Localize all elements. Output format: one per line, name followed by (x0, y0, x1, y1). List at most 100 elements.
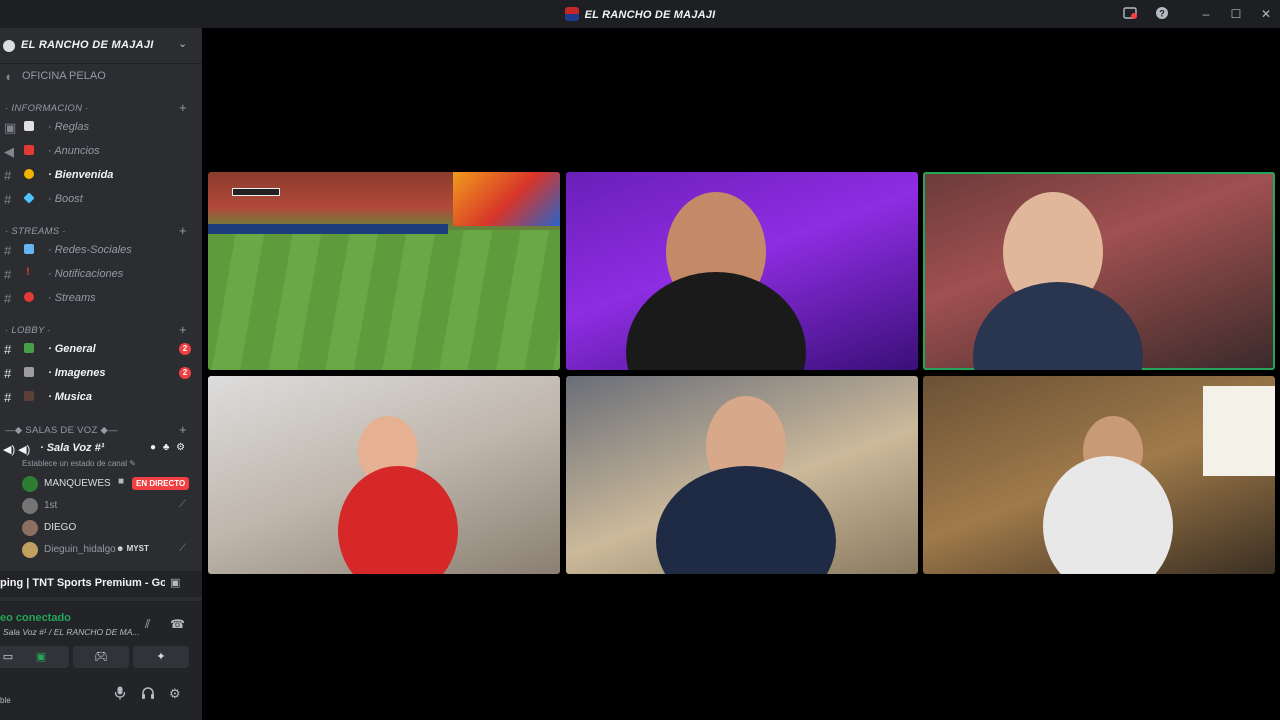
video-tile-participant-3[interactable] (923, 172, 1275, 370)
channel-label: OFICINA PELAO (22, 70, 106, 82)
channel-streams[interactable]: # · Streams (0, 288, 202, 310)
voice-channel-actions[interactable]: ● ♣ ⚙ (150, 442, 187, 453)
stage-icon: ◖ (4, 69, 12, 84)
video-tile-participant-5[interactable] (566, 376, 918, 574)
scoreboard (232, 188, 280, 196)
user-panel: ble ⚙ (0, 678, 202, 720)
add-channel-icon[interactable]: + (179, 223, 187, 238)
category-salas-de-voz[interactable]: —◆ SALAS DE VOZ ◆— + (0, 422, 202, 440)
hash-icon: # (4, 192, 12, 207)
channel-status-input[interactable]: Establece un estado de canal ✎ (22, 459, 136, 468)
user-status: ble (0, 696, 11, 705)
channel-reglas[interactable]: ▣ · Reglas (0, 117, 202, 139)
activity-button[interactable]: 🎮︎ (73, 646, 129, 668)
screen-icon[interactable]: ▣ (170, 576, 180, 589)
hash-icon: # (4, 390, 12, 405)
add-channel-icon[interactable]: + (179, 322, 187, 337)
add-channel-icon[interactable]: + (179, 100, 187, 115)
voice-channel-sala-voz[interactable]: ◀) ◀) · Sala Voz #¹ ● ♣ ⚙ Establece un e… (0, 439, 202, 471)
clan-tag: ☻ MYST (116, 544, 149, 553)
channel-redes-sociales[interactable]: # · Redes-Sociales (0, 240, 202, 262)
video-tile-participant-6[interactable] (923, 376, 1275, 574)
category-informacion[interactable]: · INFORMACION · + (0, 100, 202, 118)
hash-icon: # (4, 267, 12, 282)
connection-status: eo conectado (0, 612, 71, 624)
channel-boost[interactable]: # · Boost (0, 189, 202, 211)
green-arrow-icon (24, 343, 34, 353)
voice-member[interactable]: 1st ⟋ (0, 496, 202, 516)
window-title: EL RANCHO DE MAJAJI (0, 7, 1280, 21)
page-icon (24, 121, 34, 131)
participant-body (626, 272, 806, 370)
title-bar: EL RANCHO DE MAJAJI ? – ☐ ✕ (0, 0, 1280, 28)
ad-board (208, 224, 448, 234)
minimize-icon[interactable]: – (1198, 6, 1214, 22)
connected-channel[interactable]: Sala Voz #¹ / EL RANCHO DE MA... (3, 627, 140, 637)
voice-connection-panel: eo conectado Sala Voz #¹ / EL RANCHO DE … (0, 601, 202, 685)
overlay-graphic (453, 172, 560, 226)
video-tile-participant-4[interactable] (208, 376, 560, 574)
channel-oficina-pelao[interactable]: ◖ OFICINA PELAO (0, 66, 202, 88)
participant-body (1043, 456, 1173, 574)
headphones-icon[interactable] (141, 686, 155, 703)
soundboard-button[interactable]: ✦ (133, 646, 189, 668)
channel-notificaciones[interactable]: # ! · Notificaciones (0, 264, 202, 286)
screen-share-button[interactable]: ▣ (13, 646, 69, 668)
category-streams[interactable]: · STREAMS · + (0, 223, 202, 241)
channel-anuncios[interactable]: ◀ · Anuncios (0, 141, 202, 163)
exclamation-icon: ! (26, 266, 30, 278)
participant-body (973, 282, 1143, 370)
channel-musica[interactable]: # · Musica (0, 387, 202, 409)
live-badge: EN DIRECTO (132, 477, 190, 490)
avatar (22, 476, 38, 492)
chevron-down-icon[interactable]: ⌄ (178, 37, 187, 50)
voice-member[interactable]: MANQUEWES ■ EN DIRECTO (0, 474, 202, 494)
disconnect-icon[interactable]: ☎ (170, 617, 185, 631)
hash-icon: # (4, 291, 12, 306)
avatar (22, 498, 38, 514)
avatar (22, 520, 38, 536)
category-lobby[interactable]: · LOBBY · + (0, 322, 202, 340)
svg-text:?: ? (1159, 9, 1165, 19)
deafened-icon: ⟋ (179, 543, 186, 554)
hash-icon: # (4, 342, 12, 357)
gem-icon (23, 192, 35, 204)
red-circle-icon (24, 292, 34, 302)
channel-general[interactable]: # · General 2 (0, 339, 202, 361)
music-icon (24, 391, 34, 401)
video-tile-participant-2[interactable] (566, 172, 918, 370)
server-icon (3, 40, 15, 52)
rules-icon: ▣ (4, 120, 17, 135)
inbox-icon[interactable] (1122, 6, 1138, 22)
camera-icon: ■ (118, 476, 125, 487)
server-name: EL RANCHO DE MAJAJI (21, 39, 154, 51)
server-header[interactable]: EL RANCHO DE MAJAJI ⌄ (0, 28, 202, 64)
announce-icon (24, 145, 34, 155)
hash-icon: # (4, 366, 12, 381)
channel-imagenes[interactable]: # · Imagenes 2 (0, 363, 202, 385)
channel-sidebar: EL RANCHO DE MAJAJI ⌄ ◖ OFICINA PELAO · … (0, 28, 202, 720)
maximize-icon[interactable]: ☐ (1228, 6, 1244, 22)
unread-badge: 2 (179, 367, 191, 379)
stream-tile-football[interactable] (208, 172, 560, 370)
window (1203, 386, 1275, 476)
hash-icon: # (4, 168, 12, 183)
help-icon[interactable]: ? (1154, 6, 1170, 22)
deafened-icon: ⟋ (179, 499, 186, 510)
activity-stream-bar[interactable]: ping | TNT Sports Premium - Go... ▣ (0, 571, 202, 597)
voice-member[interactable]: DIEGO (0, 518, 202, 538)
gear-icon[interactable]: ⚙ (169, 686, 181, 702)
megaphone-icon: ◀ (4, 144, 14, 159)
voice-member[interactable]: Dieguin_hidalgo ☻ MYST ⟋ (0, 540, 202, 560)
add-channel-icon[interactable]: + (179, 422, 187, 437)
close-icon[interactable]: ✕ (1258, 6, 1274, 22)
microphone-icon[interactable] (114, 686, 126, 703)
channel-bienvenida[interactable]: # · Bienvenida (0, 165, 202, 187)
speaker-icon: ◀) ◀) (3, 444, 31, 456)
image-icon (24, 367, 34, 377)
hash-icon: # (4, 243, 12, 258)
pitch (208, 230, 560, 370)
participant-body (656, 466, 836, 574)
noise-suppression-icon[interactable]: ⫽ (145, 617, 150, 632)
laptop-icon (24, 244, 34, 254)
